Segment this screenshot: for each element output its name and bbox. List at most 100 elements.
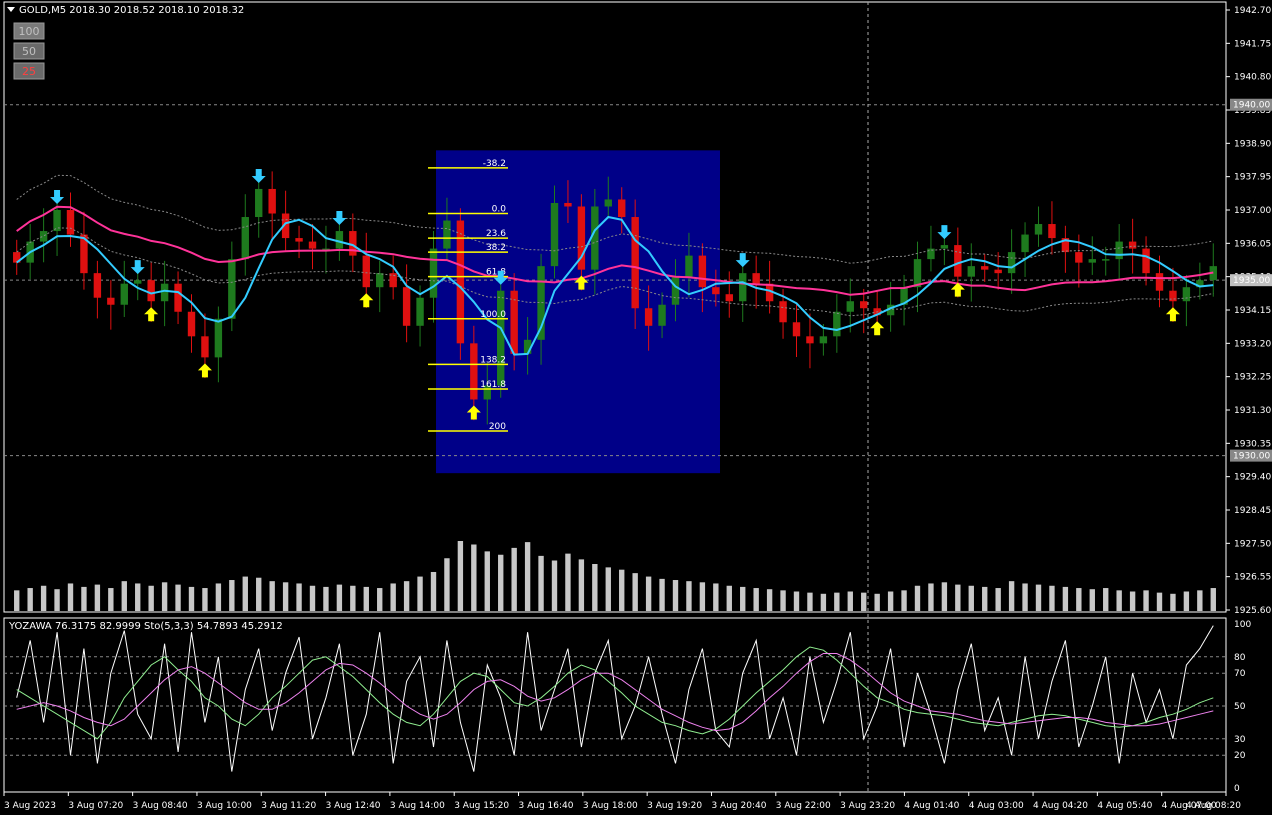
candle-body[interactable] [1142,248,1150,274]
candle-body[interactable] [335,231,344,249]
candle-body[interactable] [416,297,424,326]
y-tick-label: 1933.20 [1234,339,1271,349]
candle-body[interactable] [107,297,115,305]
chart-window[interactable]: -38.2 0.0 23.6 38.2 61.8 100.0 138.2 161.8 200 19… [0,0,1272,815]
candle-body[interactable] [470,343,478,400]
candle-body[interactable] [981,266,989,270]
candle-body[interactable] [228,259,236,319]
indicator-y-tick: 20 [1234,751,1246,761]
fibonacci-box[interactable] [436,150,720,474]
candle-body[interactable] [806,336,814,344]
candle-body[interactable] [39,231,48,242]
candle-body[interactable] [187,311,196,337]
candle-body[interactable] [214,318,223,358]
candle-body[interactable] [147,280,155,302]
candle-body[interactable] [550,202,559,267]
x-tick-label: 3 Aug 07:20 [68,801,123,811]
candle-body[interactable] [712,287,720,295]
buy-arrow-icon[interactable] [1165,307,1180,322]
candle-body[interactable] [376,273,384,288]
candle-body[interactable] [1128,241,1137,249]
candle-body[interactable] [860,301,868,309]
price-tag-label: 1940.00 [1233,101,1270,111]
candle-body[interactable] [362,255,370,288]
candle-body[interactable] [1102,259,1110,261]
sell-arrow-icon[interactable] [130,260,145,275]
candle-body[interactable] [308,241,317,249]
candle-body[interactable] [174,283,182,312]
x-tick-label: 3 Aug 23:20 [840,801,895,811]
price-tag-label: 1930.00 [1233,452,1270,462]
sell-arrow-icon[interactable] [251,168,266,183]
trading-chart[interactable]: -38.20.023.638.261.8100.0138.2161.820019… [0,0,1272,815]
candle-body[interactable] [644,308,653,326]
candle-body[interactable] [1115,241,1123,260]
candle-body[interactable] [1088,259,1096,263]
candle-body[interactable] [241,217,249,260]
candle-body[interactable] [927,248,935,260]
candle-body[interactable] [658,304,666,326]
sell-arrow-icon[interactable] [50,190,65,204]
candle-body[interactable] [725,294,733,302]
candle-body[interactable] [1021,234,1029,253]
candle-body[interactable] [604,199,612,207]
candle-body[interactable] [1169,290,1177,302]
candle-body[interactable] [1007,252,1016,274]
candle-body[interactable] [1048,224,1056,239]
candle-body[interactable] [443,220,451,249]
zoom-button-label: 50 [22,45,36,58]
candle-body[interactable] [402,287,411,326]
candle-body[interactable] [66,210,75,235]
y-tick-label: 1940.80 [1234,73,1271,83]
candle-body[interactable] [429,248,438,298]
candle-body[interactable] [631,217,639,309]
y-tick-label: 1942.70 [1234,6,1271,16]
buy-arrow-icon[interactable] [359,293,374,308]
candle-body[interactable] [1034,224,1043,235]
candle-body[interactable] [134,280,142,284]
x-tick-label: 4 Aug 08:20 [1186,801,1241,811]
sell-arrow-icon[interactable] [937,225,952,240]
candle-body[interactable] [268,188,276,214]
candle-body[interactable] [1182,287,1191,302]
candle-body[interactable] [349,231,357,256]
candle-body[interactable] [739,273,747,302]
candle-body[interactable] [1155,273,1164,291]
sell-arrow-icon[interactable] [332,211,347,226]
candle-body[interactable] [954,245,962,277]
candle-body[interactable] [819,336,828,344]
candle-body[interactable] [913,259,922,288]
candle-body[interactable] [846,301,854,312]
candle-body[interactable] [120,283,128,305]
y-tick-label: 1934.15 [1234,306,1271,316]
candle-body[interactable] [967,266,975,277]
triangle-down-icon[interactable] [7,7,15,12]
buy-arrow-icon[interactable] [144,307,159,322]
candle-body[interactable] [833,311,841,337]
sell-arrow-icon[interactable] [735,253,750,268]
candle-body[interactable] [752,273,760,284]
buy-arrow-icon[interactable] [870,321,885,336]
candle-body[interactable] [255,188,263,218]
candle-body[interactable] [295,238,303,242]
candle-body[interactable] [93,273,102,298]
candle-body[interactable] [456,220,465,344]
candle-body[interactable] [160,283,169,302]
candle-body[interactable] [564,202,572,207]
candle-body[interactable] [698,255,707,288]
candle-body[interactable] [497,290,505,386]
candle-body[interactable] [618,199,626,218]
candle-body[interactable] [201,336,209,358]
fib-level-label: -38.2 [483,159,506,169]
candle-body[interactable] [792,322,801,337]
buy-arrow-icon[interactable] [197,363,212,378]
candle-body[interactable] [685,255,693,277]
candle-body[interactable] [591,206,599,270]
candle-body[interactable] [994,269,1002,274]
x-tick-label: 3 Aug 11:20 [261,801,316,811]
y-tick-label: 1925.60 [1234,606,1271,616]
candle-body[interactable] [671,276,680,305]
candle-body[interactable] [779,301,787,323]
candle-body[interactable] [940,245,949,249]
candle-body[interactable] [1075,252,1083,263]
